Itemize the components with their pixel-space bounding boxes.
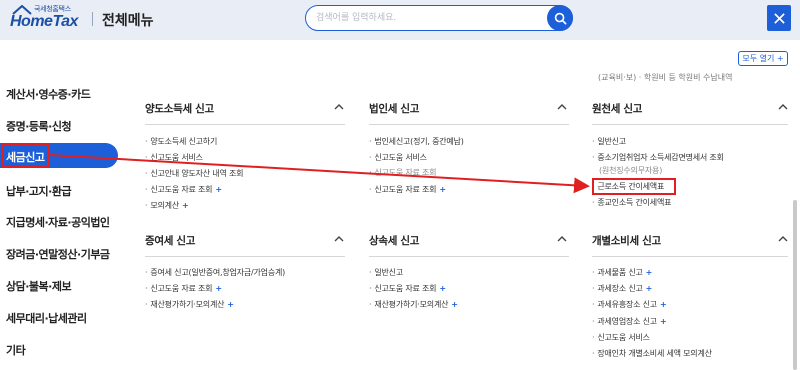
section-title[interactable]: 개별소비세 신고 xyxy=(592,233,661,248)
sidebar-item-etc[interactable]: 기타 xyxy=(6,342,26,358)
menu-item[interactable]: · 신고도움 자료 조회 + xyxy=(369,184,446,195)
menu-item[interactable]: · 법인세신고(정기, 중간예납) xyxy=(369,136,464,147)
chevron-up-icon[interactable] xyxy=(778,103,788,111)
sidebar-item-statements[interactable]: 지급명세·자료·공익법인 xyxy=(6,214,110,230)
menu-item[interactable]: · 신고도움 자료 조회 + xyxy=(369,283,446,294)
plus-icon: + xyxy=(215,185,222,194)
sidebar-item-receipts[interactable]: 계산서·영수증·카드 xyxy=(6,86,91,102)
plus-icon: + xyxy=(439,185,446,194)
close-menu-button[interactable] xyxy=(767,5,791,31)
plus-icon: + xyxy=(645,268,653,277)
menu-item[interactable]: · 양도소득세 신고하기 xyxy=(145,136,217,147)
menu-item[interactable]: · 재산평가하기·모의계산 + xyxy=(145,299,234,310)
menu-item[interactable]: · 증여세 신고(일반증여,창업자금/가업승계) xyxy=(145,267,285,278)
menu-item[interactable]: · 신고도움 서비스 xyxy=(592,332,650,343)
section-divider xyxy=(592,256,788,257)
logo-big-text: HomeTax xyxy=(10,13,78,30)
section-divider xyxy=(369,124,569,125)
menu-item[interactable]: · 모의계산 + xyxy=(145,200,189,211)
menu-item[interactable]: · 과세유흥장소 신고 + xyxy=(592,299,667,310)
open-all-button[interactable]: 모두 열기 + xyxy=(738,51,788,66)
search-box xyxy=(305,5,573,31)
chevron-up-icon[interactable] xyxy=(334,235,344,243)
plus-icon: + xyxy=(439,284,446,293)
chevron-up-icon[interactable] xyxy=(557,235,567,243)
section-divider xyxy=(145,256,345,257)
section-title[interactable]: 상속세 신고 xyxy=(369,233,419,248)
search-button[interactable] xyxy=(547,5,573,31)
menu-item[interactable]: · 신고도움 서비스 xyxy=(369,152,427,163)
menu-item[interactable]: · 장애인차 개별소비세 세액 모의계산 xyxy=(592,348,712,359)
menu-item-subline: (원천징수의무자용) xyxy=(599,166,663,175)
menu-item[interactable]: · 종교인소득 간이세액표 xyxy=(592,197,671,208)
menu-item[interactable]: · 과세영업장소 신고 + xyxy=(592,316,667,327)
menu-item[interactable]: · 신고도움 서비스 xyxy=(145,152,203,163)
search-icon xyxy=(554,12,566,24)
section-divider xyxy=(592,124,788,125)
sidebar-item-certificates[interactable]: 증명·등록·신청 xyxy=(6,118,72,134)
scrollbar-thumb[interactable] xyxy=(793,200,797,370)
plus-icon: + xyxy=(215,284,222,293)
menu-item[interactable]: · 중소기업취업자 소득세감면명세서 조회 xyxy=(592,152,724,163)
menu-item[interactable]: · 과세물품 신고 + xyxy=(592,267,652,278)
search-input[interactable] xyxy=(316,10,534,26)
sidebar-item-incentives[interactable]: 장려금·연말정산·기부금 xyxy=(6,246,110,262)
section-title[interactable]: 양도소득세 신고 xyxy=(145,101,214,116)
sidebar-item-payment[interactable]: 납부·고지·환급 xyxy=(6,183,72,199)
menu-item[interactable]: · 신고안내 양도자산 내역 조회 xyxy=(145,168,243,179)
menu-item[interactable]: · 일반신고 xyxy=(369,267,403,278)
plus-icon: + xyxy=(659,317,667,326)
section-divider xyxy=(145,124,345,125)
plus-icon: + xyxy=(451,300,458,309)
menu-item[interactable]: · 신고도움 자료 조회 + xyxy=(145,283,222,294)
menu-item[interactable]: · 신고도움 자료 조회 + xyxy=(145,184,222,195)
section-title[interactable]: 증여세 신고 xyxy=(145,233,195,248)
section-title[interactable]: 법인세 신고 xyxy=(369,101,419,116)
section-divider xyxy=(369,256,569,257)
chevron-up-icon[interactable] xyxy=(557,103,567,111)
page-title: 전체메뉴 xyxy=(102,13,154,29)
annotation-highlight-box xyxy=(2,143,49,168)
plus-icon: + xyxy=(227,300,234,309)
annotation-target-box xyxy=(592,178,676,195)
plus-icon: + xyxy=(181,201,189,210)
top-header: 국세청홈택스 HomeTax 전체메뉴 xyxy=(0,0,800,40)
menu-item[interactable]: · 재산평가하기·모의계산 + xyxy=(369,299,458,310)
section-title[interactable]: 원천세 신고 xyxy=(592,101,642,116)
header-divider xyxy=(92,12,93,26)
sidebar-item-consulting[interactable]: 상담·불복·제보 xyxy=(6,278,72,294)
plus-icon: + xyxy=(645,284,653,293)
menu-item[interactable]: · 과세장소 신고 + xyxy=(592,283,652,294)
sidebar-item-tax-agent[interactable]: 세무대리·납세관리 xyxy=(6,310,87,326)
plus-icon: + xyxy=(659,300,667,309)
chevron-up-icon[interactable] xyxy=(334,103,344,111)
hometax-logo[interactable]: 국세청홈택스 HomeTax xyxy=(10,4,86,34)
menu-item[interactable]: · 신고도움 자료 조회 xyxy=(369,167,437,178)
menu-item[interactable]: · 일반신고 xyxy=(592,136,626,147)
close-icon xyxy=(773,12,785,24)
cut-off-menu-text: (교육비·보) · 학원비 등 학원비 수납내역 xyxy=(598,73,733,82)
chevron-up-icon[interactable] xyxy=(778,235,788,243)
